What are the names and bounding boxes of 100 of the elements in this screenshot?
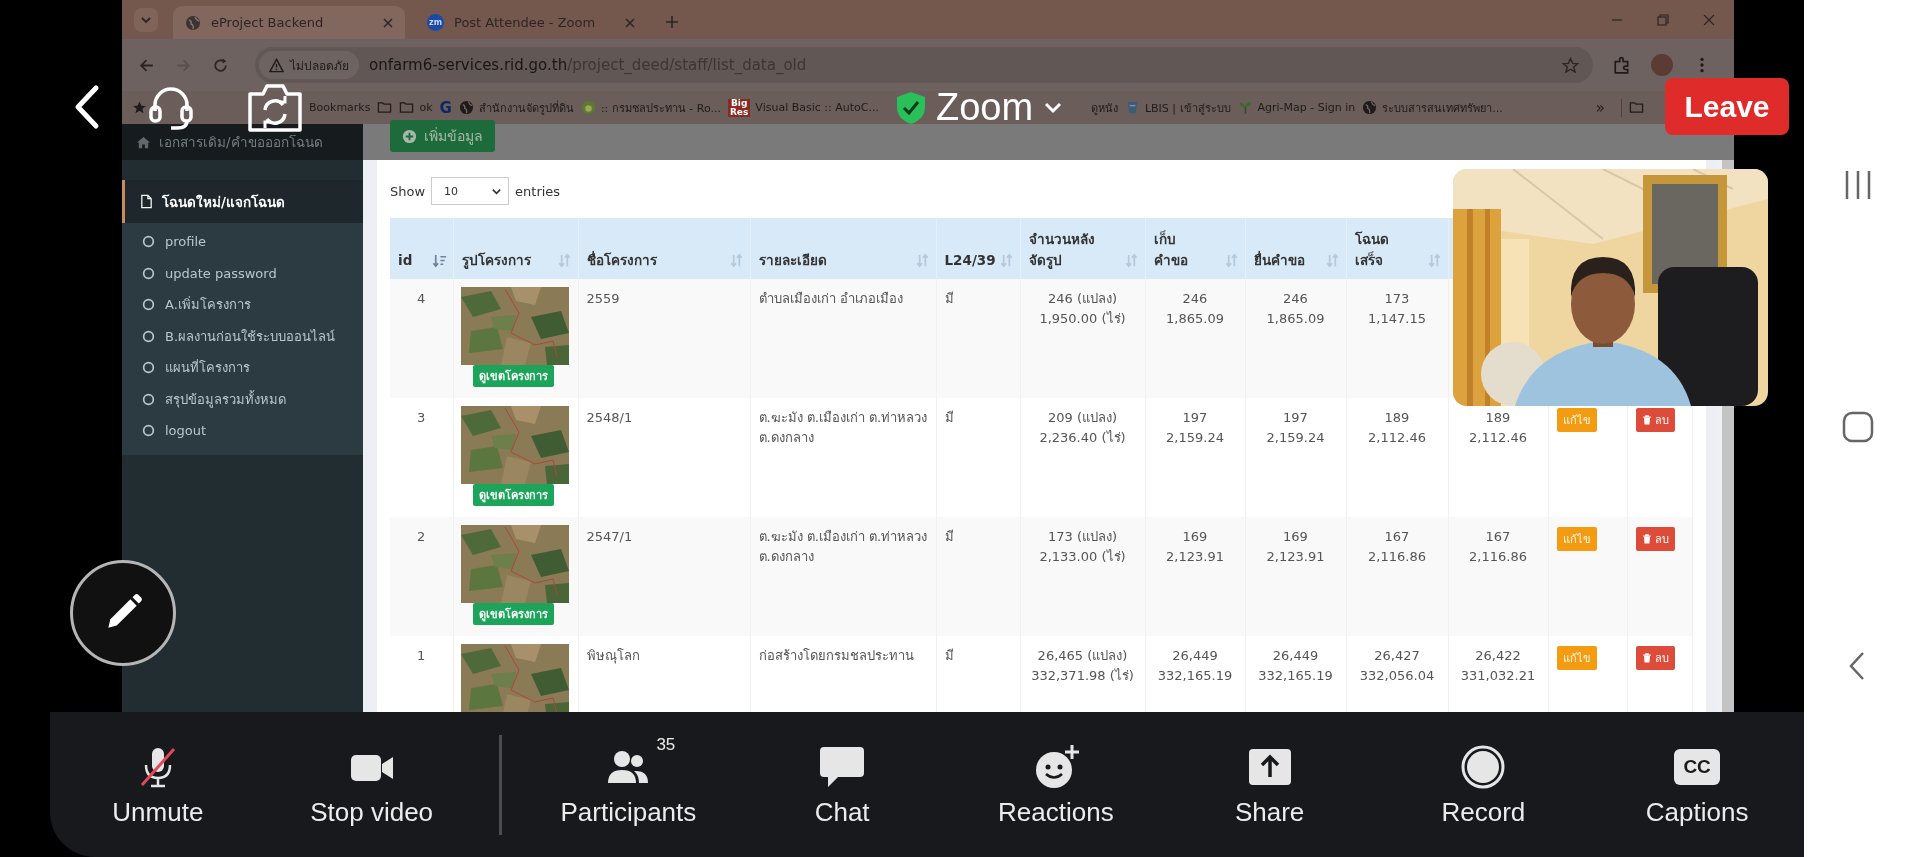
globe-icon [185, 14, 201, 31]
column-label: เก็บ คำขอ [1153, 229, 1188, 270]
site-badge: Big Res [727, 98, 751, 117]
globe-icon [1362, 100, 1378, 115]
table-cell: 2559 [578, 279, 750, 398]
column-header[interactable]: รายละเอียด [750, 218, 936, 279]
meeting-title[interactable]: Zoom [936, 86, 1034, 129]
column-label: id [398, 251, 413, 270]
table-cell: ต.ฆะมัง ต.เมืองเก่า ต.ท่าหลวง ต.ดงกลาง [750, 517, 936, 636]
emblem-icon [580, 100, 596, 115]
sidebar-item[interactable]: B.ผลงานก่อนใช้ระบบออนไลน์ [122, 320, 363, 352]
column-header[interactable]: รูปโครงการ [453, 218, 578, 279]
column-label: รายละเอียด [758, 251, 827, 270]
sidebar-section[interactable]: โฉนดใหม่/แจกโฉนด [122, 180, 363, 223]
column-header[interactable]: จำนวนหลัง จัดรูป [1020, 218, 1145, 279]
circle-icon [142, 266, 155, 280]
circle-icon [142, 298, 155, 312]
restore-icon[interactable] [1656, 13, 1670, 27]
delete-button[interactable]: ลบ [1635, 408, 1675, 432]
sidebar-item[interactable]: profile [122, 226, 363, 258]
close-icon[interactable] [1702, 13, 1716, 27]
sidebar-item[interactable]: แผนที่โครงการ [122, 352, 363, 384]
home-icon [136, 134, 151, 150]
circle-icon [142, 329, 155, 343]
sidebar-item[interactable]: logout [122, 415, 363, 447]
column-label: ยื่นคำขอ [1253, 250, 1305, 270]
sort-icon[interactable] [431, 253, 447, 268]
trash-icon [1641, 534, 1652, 544]
delete-button[interactable]: ลบ [1635, 646, 1675, 670]
home-icon[interactable] [1840, 410, 1875, 444]
table-cell: 246 1,865.09 [1245, 279, 1346, 398]
trash-icon [1641, 653, 1652, 663]
column-label: โฉนด เสร็จ [1354, 230, 1389, 270]
sort-icon[interactable] [998, 253, 1014, 268]
sidebar-item[interactable]: เอกสารเดิม/คำขอออกโฉนด [122, 124, 363, 160]
participant-count: 35 [656, 735, 676, 755]
show-label: Show [390, 183, 426, 199]
security-label: ไม่ปลอดภัย [290, 57, 349, 75]
puzzle-icon[interactable] [1613, 56, 1631, 74]
leave-button[interactable]: Leave [1665, 78, 1789, 135]
column-header[interactable]: ชื่อโครงการ [578, 218, 750, 279]
close-icon[interactable] [625, 17, 635, 28]
record-button[interactable]: Record [1376, 741, 1591, 828]
captions-button[interactable]: CC Captions [1590, 741, 1804, 828]
plus-circle-icon [402, 128, 417, 144]
site-favicon: zm [427, 14, 444, 31]
column-header[interactable]: L24/39 [936, 218, 1020, 279]
camera-switch-icon[interactable] [246, 82, 304, 134]
column-header[interactable]: ยื่นคำขอ [1245, 218, 1346, 279]
table-cell: 173 1,147.15 [1346, 279, 1448, 398]
table-cell: 167 2,116.86 [1346, 517, 1448, 636]
sidebar-item[interactable]: สรุปข้อมูลรวมทั้งหมด [122, 383, 363, 415]
sort-icon[interactable] [1223, 253, 1239, 268]
circle-icon [142, 392, 155, 406]
trash-icon [1641, 415, 1652, 425]
tab-list-button[interactable] [134, 8, 158, 32]
table-cell: 2547/1 [578, 517, 750, 636]
browser-tab[interactable]: zm Post Attendee - Zoom [415, 6, 647, 39]
sidebar-item[interactable]: A.เพิ่มโครงการ [122, 289, 363, 321]
unmute-button[interactable]: Unmute [51, 741, 265, 828]
table-cell: 173 (แปลง) 2,133.00 (ไร่) [1020, 517, 1145, 636]
circle-icon [142, 361, 155, 375]
sidebar-item[interactable]: update password [122, 257, 363, 289]
table-cell: 246 (แปลง) 1,950.00 (ไร่) [1020, 279, 1145, 398]
column-header[interactable]: เก็บ คำขอ [1145, 218, 1245, 279]
share-button[interactable]: Share [1162, 741, 1377, 828]
table-cell: มี [936, 517, 1020, 636]
globe-icon [458, 100, 474, 115]
column-label: รูปโครงการ [461, 251, 531, 271]
reload-icon[interactable] [212, 56, 229, 74]
column-header[interactable]: โฉนด เสร็จ [1346, 218, 1448, 279]
table-cell: 4 [390, 279, 453, 398]
warning-icon [269, 57, 284, 73]
table-cell: 2 [390, 517, 453, 636]
sort-icon[interactable] [1324, 253, 1340, 268]
document-icon [139, 194, 154, 209]
folder-icon[interactable] [377, 100, 393, 115]
stop-video-button[interactable]: Stop video [264, 741, 479, 828]
delete-button[interactable]: ลบ [1635, 527, 1675, 551]
sort-icon[interactable] [728, 253, 744, 268]
reactions-button[interactable]: Reactions [949, 741, 1163, 828]
star-icon[interactable] [1562, 56, 1579, 74]
entries-label: entries [515, 183, 561, 199]
column-label: จำนวนหลัง จัดรูป [1028, 230, 1095, 271]
circle-icon [142, 424, 155, 438]
column-header[interactable]: id [390, 218, 453, 279]
entries-select[interactable]: 10 [431, 177, 510, 205]
avatar-icon[interactable] [1651, 54, 1673, 76]
sort-icon[interactable] [914, 253, 930, 268]
sprout-icon [1237, 100, 1253, 115]
sort-icon[interactable] [556, 253, 572, 268]
folder-icon[interactable] [1629, 100, 1644, 115]
chat-button[interactable]: Chat [735, 741, 949, 828]
sort-icon[interactable] [1123, 253, 1139, 268]
close-icon[interactable] [383, 17, 393, 28]
table-cell: ตำบลเมืองเก่า อำเภอเมือง [750, 279, 936, 398]
new-tab-icon[interactable] [665, 15, 679, 29]
sort-icon[interactable] [1426, 253, 1442, 268]
caret-icon [140, 14, 152, 26]
caret-icon[interactable] [1043, 100, 1064, 115]
